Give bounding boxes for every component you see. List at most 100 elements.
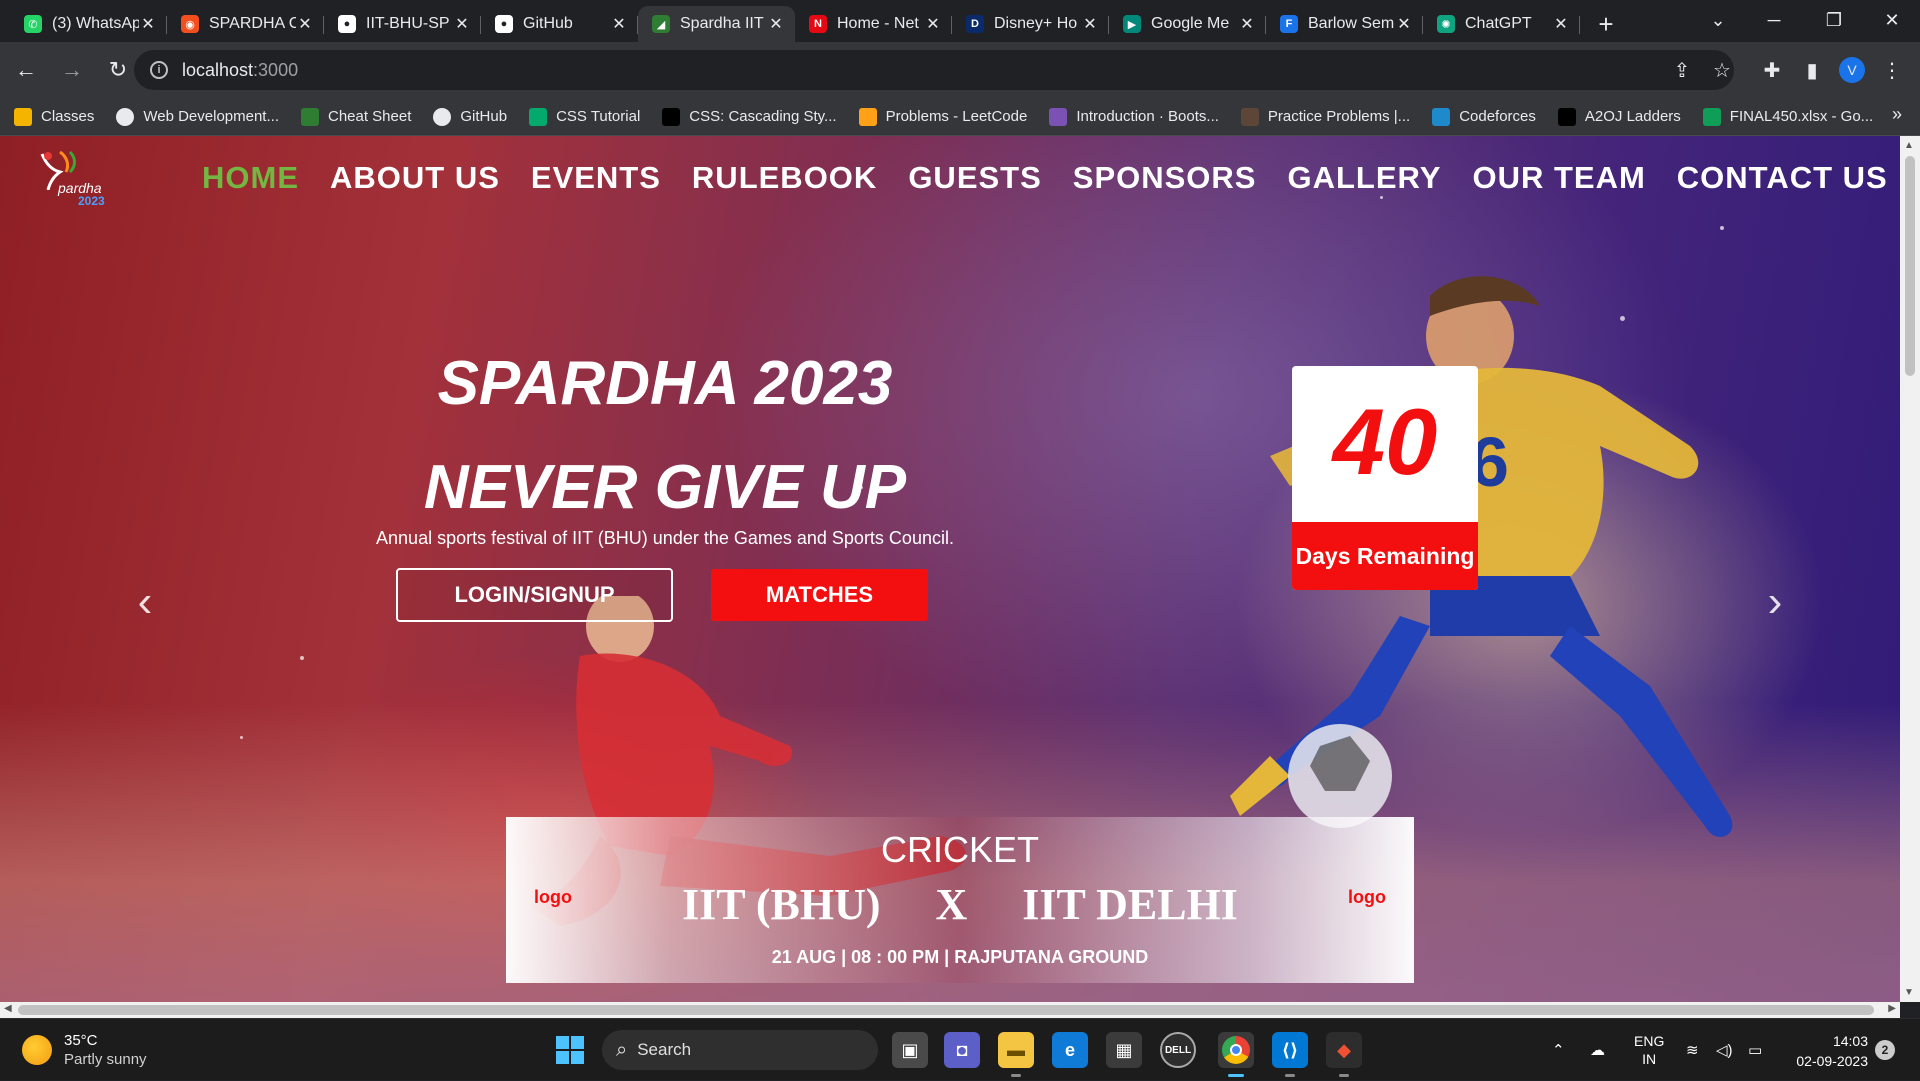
- browser-tab[interactable]: ◉ SPARDHA C ✕: [167, 6, 324, 42]
- close-window-button[interactable]: ✕: [1864, 0, 1920, 40]
- extensions-icon[interactable]: ✚: [1752, 50, 1792, 90]
- browser-tab[interactable]: N Home - Net ✕: [795, 6, 952, 42]
- tab-close-icon[interactable]: ✕: [1552, 14, 1570, 34]
- tab-close-icon[interactable]: ✕: [1395, 14, 1413, 34]
- bookmark-item[interactable]: A2OJ Ladders: [1557, 107, 1681, 126]
- web-icon: [116, 107, 135, 126]
- tab-search-icon[interactable]: ⌄: [1690, 0, 1746, 40]
- nav-link-rulebook[interactable]: RULEBOOK: [692, 160, 877, 196]
- vertical-scroll-thumb[interactable]: [1905, 156, 1915, 376]
- browser-tab[interactable]: ✆ (3) WhatsApp✕: [10, 6, 167, 42]
- bookmark-item[interactable]: Classes: [14, 107, 94, 126]
- start-button[interactable]: [556, 1036, 584, 1064]
- bookmark-label: CSS: Cascading Sty...: [689, 108, 837, 125]
- tab-close-icon[interactable]: ✕: [296, 14, 314, 34]
- scroll-right-icon[interactable]: ▶: [1888, 1003, 1896, 1014]
- wifi-icon[interactable]: ≋: [1686, 1019, 1699, 1081]
- dell-icon[interactable]: DELL: [1160, 1032, 1196, 1068]
- bookmarks-overflow-icon[interactable]: »: [1892, 104, 1902, 125]
- tab-close-icon[interactable]: ✕: [1081, 14, 1099, 34]
- horizontal-scroll-thumb[interactable]: [18, 1005, 1874, 1015]
- battery-icon[interactable]: ▭: [1748, 1019, 1762, 1081]
- hero-tagline: Annual sports festival of IIT (BHU) unde…: [376, 528, 954, 548]
- nav-link-home[interactable]: HOME: [202, 160, 299, 196]
- scroll-down-icon[interactable]: ▼: [1904, 987, 1914, 998]
- tab-close-icon[interactable]: ✕: [1238, 14, 1256, 34]
- bookmark-item[interactable]: Problems - LeetCode: [858, 107, 1027, 126]
- nav-link-contact-us[interactable]: CONTACT US: [1677, 160, 1888, 196]
- browser-tab[interactable]: ✺ ChatGPT ✕: [1423, 6, 1580, 42]
- weather-widget[interactable]: 35°C Partly sunny: [22, 1031, 147, 1069]
- file-explorer-icon[interactable]: ▬: [998, 1032, 1034, 1077]
- profile-avatar[interactable]: V: [1832, 50, 1872, 90]
- browser-tab[interactable]: ● IIT-BHU-SP ✕: [324, 6, 481, 42]
- share-icon[interactable]: ⇪: [1662, 50, 1702, 90]
- tab-title: (3) WhatsApp: [52, 15, 139, 32]
- scroll-up-icon[interactable]: ▲: [1904, 140, 1914, 151]
- nav-link-about-us[interactable]: ABOUT US: [330, 160, 500, 196]
- scroll-left-icon[interactable]: ◀: [4, 1003, 12, 1014]
- back-button[interactable]: ←: [6, 50, 46, 90]
- address-bar[interactable]: i localhost:3000: [134, 50, 1734, 90]
- bookmark-item[interactable]: Web Development...: [116, 107, 279, 126]
- browser-tab[interactable]: ▶ Google Me ✕: [1109, 6, 1266, 42]
- bookmark-label: Introduction · Boots...: [1076, 108, 1219, 125]
- browser-tab[interactable]: F Barlow Sem ✕: [1266, 6, 1423, 42]
- nav-link-our-team[interactable]: OUR TEAM: [1472, 160, 1645, 196]
- side-panel-icon[interactable]: ▮: [1792, 50, 1832, 90]
- bookmark-item[interactable]: CSS Tutorial: [529, 107, 640, 126]
- reload-button[interactable]: ↻: [98, 50, 138, 90]
- teams-chat-icon[interactable]: ◘: [944, 1032, 980, 1068]
- browser-tab[interactable]: ◢ Spardha IIT ✕: [638, 6, 795, 42]
- bookmark-item[interactable]: Cheat Sheet: [300, 107, 411, 126]
- taskbar-search[interactable]: ⌕ Search: [602, 1030, 878, 1070]
- show-hidden-icons[interactable]: ⌃: [1552, 1019, 1565, 1081]
- bookmark-item[interactable]: CSS: Cascading Sty...: [662, 107, 837, 126]
- url-host: localhost: [182, 59, 254, 80]
- bookmark-item[interactable]: FINAL450.xlsx - Go...: [1702, 107, 1873, 126]
- tab-close-icon[interactable]: ✕: [453, 14, 471, 34]
- restore-button[interactable]: ❐: [1806, 0, 1862, 40]
- tab-title: ChatGPT: [1465, 15, 1532, 32]
- bookmark-item[interactable]: GitHub: [433, 107, 507, 126]
- horizontal-scrollbar[interactable]: ◀ ▶: [0, 1002, 1900, 1018]
- spardha-logo[interactable]: pardha 2023: [36, 150, 116, 210]
- notification-badge[interactable]: 2: [1875, 1040, 1895, 1060]
- git-icon[interactable]: ◆: [1326, 1032, 1362, 1077]
- edge-icon[interactable]: e: [1052, 1032, 1088, 1068]
- bookmark-star-icon[interactable]: ☆: [1702, 50, 1742, 90]
- browser-tab[interactable]: ● GitHub ✕: [481, 6, 638, 42]
- onedrive-icon[interactable]: ☁: [1590, 1019, 1605, 1081]
- tab-close-icon[interactable]: ✕: [767, 14, 785, 34]
- tab-close-icon[interactable]: ✕: [139, 14, 157, 34]
- tab-close-icon[interactable]: ✕: [924, 14, 942, 34]
- tab-close-icon[interactable]: ✕: [610, 14, 628, 34]
- nav-link-events[interactable]: EVENTS: [531, 160, 661, 196]
- login-signup-button[interactable]: LOGIN/SIGNUP: [396, 568, 673, 622]
- bookmark-item[interactable]: Codeforces: [1432, 107, 1536, 126]
- weather-condition: Partly sunny: [64, 1051, 147, 1068]
- nav-link-gallery[interactable]: GALLERY: [1288, 160, 1442, 196]
- vertical-scrollbar[interactable]: ▲ ▼: [1900, 136, 1920, 1002]
- matches-button[interactable]: MATCHES: [711, 569, 928, 621]
- site-info-icon[interactable]: i: [150, 61, 168, 79]
- minimize-button[interactable]: ─: [1746, 0, 1802, 40]
- match-card[interactable]: CRICKET logo logo IIT (BHU) X IIT DELHI …: [506, 817, 1414, 983]
- microsoft-store-icon[interactable]: ▦: [1106, 1032, 1142, 1068]
- bookmark-item[interactable]: Practice Problems |...: [1240, 107, 1410, 126]
- language-indicator[interactable]: ENG IN: [1634, 1019, 1664, 1081]
- forward-button[interactable]: →: [52, 50, 92, 90]
- volume-icon[interactable]: ◁): [1716, 1019, 1733, 1081]
- browser-tab[interactable]: D Disney+ Ho ✕: [952, 6, 1109, 42]
- system-clock[interactable]: 14:03 02-09-2023: [1778, 1031, 1868, 1071]
- carousel-next-icon[interactable]: ›: [1760, 574, 1790, 630]
- chrome-icon[interactable]: [1218, 1032, 1254, 1077]
- nav-link-sponsors[interactable]: SPONSORS: [1073, 160, 1257, 196]
- task-view-icon[interactable]: ▣: [892, 1032, 928, 1068]
- menu-kebab-icon[interactable]: ⋮: [1872, 50, 1912, 90]
- carousel-prev-icon[interactable]: ‹: [130, 574, 160, 630]
- vscode-icon[interactable]: ⟨⟩: [1272, 1032, 1308, 1077]
- new-tab-button[interactable]: +: [1586, 6, 1626, 42]
- bookmark-item[interactable]: Introduction · Boots...: [1049, 107, 1219, 126]
- nav-link-guests[interactable]: GUESTS: [908, 160, 1041, 196]
